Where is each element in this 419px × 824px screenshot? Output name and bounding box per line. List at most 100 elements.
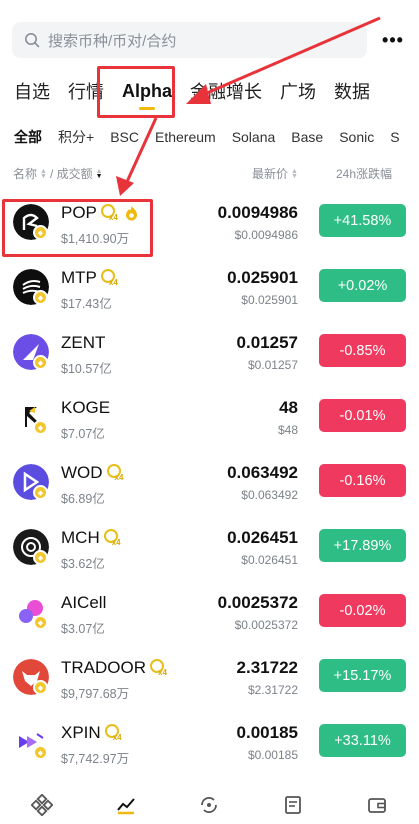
bottom-nav <box>0 786 419 824</box>
sort-icon: ▲ ▼ <box>40 167 47 180</box>
coin-row[interactable]: ◆ XPIN x4 $7,742.97万 0.00185 $0.00185 +33… <box>0 712 419 777</box>
coin-name: AICell <box>61 593 107 612</box>
coin-row[interactable]: ◆ MTP x4 $17.43亿 0.025901 $0.025901 +0.02… <box>0 257 419 322</box>
coin-name: KOGE <box>61 398 111 417</box>
chain-tab-more[interactable]: S <box>390 129 399 145</box>
coin-change-badge[interactable]: -0.16% <box>319 464 406 497</box>
col-volume-label: / 成交额 <box>49 167 93 181</box>
chain-tab-bsc[interactable]: BSC <box>110 129 139 145</box>
alpha-multiplier: x4 <box>114 473 124 482</box>
coin-price: 0.063492 <box>227 463 298 482</box>
coin-volume: $3.07亿 <box>61 622 105 636</box>
coin-row[interactable]: ◆ ZENT $10.57亿 0.01257 $0.01257 -0.85% <box>0 322 419 387</box>
search-placeholder: 搜索币种/币对/合约 <box>48 32 177 50</box>
coin-change-badge[interactable]: -0.01% <box>319 399 406 432</box>
coin-change-badge[interactable]: +33.11% <box>319 724 406 757</box>
alpha-highlight-box <box>97 66 175 118</box>
coin-price: 2.31722 <box>236 658 298 677</box>
coin-row[interactable]: ◆ KOGE $7.07亿 48 $48 -0.01% <box>0 387 419 452</box>
coin-price: 0.00185 <box>236 723 298 742</box>
markets-icon[interactable] <box>114 793 138 817</box>
chain-tabs: 全部 积分+ BSC Ethereum Solana Base Sonic S <box>14 126 416 148</box>
alpha-badge-icon: x4 <box>104 724 123 742</box>
coin-name-wrap: WOD x4 <box>61 463 125 483</box>
tab-favorites[interactable]: 自选 <box>14 78 50 104</box>
col-name-label: 名称 <box>13 167 38 181</box>
coin-price-usd: $2.31722 <box>247 683 298 697</box>
chain-badge-icon: ◆ <box>33 485 48 500</box>
coin-price: 48 <box>279 398 298 417</box>
coin-price: 0.0025372 <box>217 593 298 612</box>
coin-change-badge[interactable]: -0.02% <box>319 594 406 627</box>
sort-icon: ▲ ▼ <box>291 167 298 180</box>
coin-name: WOD <box>61 463 103 482</box>
coin-name: ZENT <box>61 333 106 352</box>
col-header-name[interactable]: 名称 ▲ ▼ / 成交额 ▲ ▼ <box>13 165 103 182</box>
coin-name-wrap: XPIN x4 <box>61 723 123 743</box>
coin-price-usd: $48 <box>277 423 298 437</box>
coin-change-badge[interactable]: +15.17% <box>319 659 406 692</box>
coin-name-wrap: TRADOOR x4 <box>61 658 168 678</box>
chain-tab-solana[interactable]: Solana <box>232 129 276 145</box>
coin-volume: $6.89亿 <box>61 492 105 506</box>
col-header-price[interactable]: 最新价 ▲ ▼ <box>252 165 298 182</box>
coin-change-badge[interactable]: +0.02% <box>319 269 406 302</box>
coin-price-usd: $0.01257 <box>247 358 298 372</box>
coin-name-wrap: KOGE <box>61 398 110 418</box>
chain-tab-base[interactable]: Base <box>291 129 323 145</box>
chain-tab-sonic[interactable]: Sonic <box>339 129 374 145</box>
coin-name-wrap: MCH x4 <box>61 528 122 548</box>
alpha-multiplier: x4 <box>112 733 122 742</box>
alpha-multiplier: x4 <box>111 538 121 547</box>
alpha-multiplier: x4 <box>108 278 118 287</box>
coin-change-badge[interactable]: +41.58% <box>319 204 406 237</box>
coin-volume: $3.62亿 <box>61 557 105 571</box>
search-row: 搜索币种/币对/合约 ••• <box>12 22 407 58</box>
coin-change-badge[interactable]: -0.85% <box>319 334 406 367</box>
wallet-icon[interactable] <box>365 793 389 817</box>
chain-badge-icon: ◆ <box>33 550 48 565</box>
coin-row[interactable]: ◆ TRADOOR x4 $9,797.68万 2.31722 $2.31722 … <box>0 647 419 712</box>
coin-price-usd: $0.025901 <box>241 293 298 307</box>
more-icon[interactable]: ••• <box>381 28 405 52</box>
alpha-badge-icon: x4 <box>100 269 119 287</box>
coin-price: 0.026451 <box>227 528 298 547</box>
search-icon <box>25 33 40 48</box>
home-icon[interactable] <box>30 793 54 817</box>
coin-volume: $7.07亿 <box>61 427 105 441</box>
sort-icon: ▲ ▼ <box>95 167 103 180</box>
trade-icon[interactable] <box>197 793 221 817</box>
col-price-label: 最新价 <box>252 167 289 181</box>
coin-price: 0.01257 <box>236 333 298 352</box>
chain-badge-icon: ◆ <box>33 615 48 630</box>
coin-price-usd: $0.063492 <box>241 488 298 502</box>
coin-name-wrap: ZENT <box>61 333 105 353</box>
coin-name: MTP <box>61 268 97 287</box>
chain-tab-all[interactable]: 全部 <box>14 127 42 147</box>
coin-name-wrap: AICell <box>61 593 106 613</box>
chain-tab-ethereum[interactable]: Ethereum <box>155 129 216 145</box>
futures-icon[interactable] <box>281 793 305 817</box>
tab-square[interactable]: 广场 <box>280 78 316 104</box>
coin-volume: $17.43亿 <box>61 297 112 311</box>
coin-name: TRADOOR <box>61 658 146 677</box>
coin-row[interactable]: ◆ WOD x4 $6.89亿 0.063492 $0.063492 -0.16% <box>0 452 419 517</box>
coin-row[interactable]: ◆ MCH x4 $3.62亿 0.026451 $0.026451 +17.89… <box>0 517 419 582</box>
tab-data[interactable]: 数据 <box>334 78 370 104</box>
coin-name: MCH <box>61 528 100 547</box>
chain-badge-icon: ◆ <box>33 680 48 695</box>
coin-name: XPIN <box>61 723 101 742</box>
coin-row[interactable]: ◆ AICell $3.07亿 0.0025372 $0.0025372 -0.… <box>0 582 419 647</box>
coin-price: 0.025901 <box>227 268 298 287</box>
coin-price-usd: $0.026451 <box>241 553 298 567</box>
tab-earn[interactable]: 金融增长 <box>190 78 262 104</box>
col-header-change[interactable]: 24h涨跌幅 <box>336 165 392 182</box>
coin-change-badge[interactable]: +17.89% <box>319 529 406 562</box>
chain-tab-points[interactable]: 积分+ <box>58 127 94 147</box>
alpha-badge-icon: x4 <box>103 529 122 547</box>
chain-badge-icon: ◆ <box>33 420 48 435</box>
main-tabs: 自选 行情 Alpha 金融增长 广场 数据 <box>14 76 388 106</box>
coin-list: ◆ POP x4 $1,410.90万 0.0094986 $0.0094986 … <box>0 192 419 777</box>
search-input[interactable]: 搜索币种/币对/合约 <box>12 22 367 58</box>
coin-volume: $9,797.68万 <box>61 687 130 701</box>
